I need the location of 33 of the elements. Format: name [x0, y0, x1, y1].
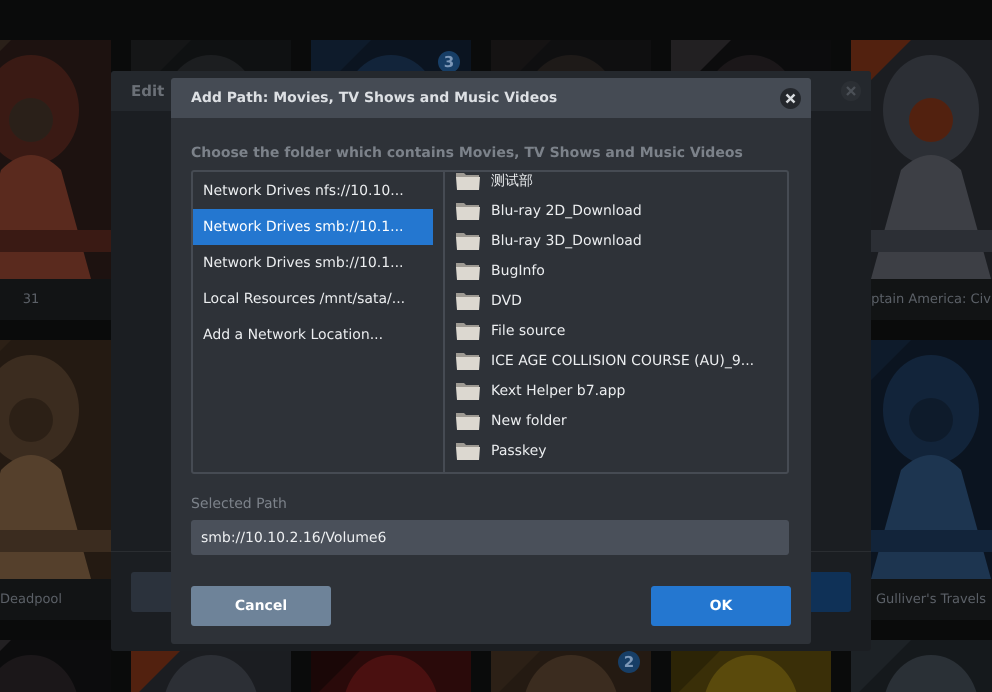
dialog-title: Edit — [131, 82, 164, 100]
location-item[interactable]: Network Drives nfs://10.10... — [193, 173, 433, 209]
folder-icon — [455, 201, 481, 221]
cancel-button[interactable]: Cancel — [191, 586, 331, 626]
folder-name[interactable]: ICE AGE COLLISION COURSE (AU)_9... — [491, 353, 754, 369]
folder-icon — [455, 381, 481, 401]
instruction-text: Choose the folder which contains Movies, TV Shows and Music Videos — [191, 145, 744, 163]
close-icon[interactable] — [780, 88, 801, 108]
folder-name[interactable]: Kext Helper b7.app — [491, 383, 626, 399]
folder-name[interactable]: File source — [491, 323, 566, 339]
folder-name[interactable]: New folder — [491, 413, 567, 429]
folder-icon — [455, 441, 481, 461]
location-item[interactable]: Local Resources /mnt/sata/... — [193, 281, 433, 317]
folder-icon — [455, 411, 481, 431]
folder-name[interactable]: BugInfo — [491, 263, 545, 279]
dialog-title: Add Path: Movies, TV Shows and Music Videos — [191, 90, 558, 106]
folder-name[interactable]: DVD — [491, 293, 522, 309]
folder-name[interactable]: Blu-ray 2D_Download — [491, 203, 642, 219]
path-field[interactable]: smb://10.10.2.16/Volume6 — [191, 520, 789, 555]
folder-icon — [455, 172, 481, 191]
folder-name[interactable]: Blu-ray 3D_Download — [491, 233, 642, 249]
location-item[interactable]: Network Drives smb://10.1... — [193, 209, 433, 245]
field-label: Selected Path — [191, 496, 288, 514]
folder-icon — [455, 261, 481, 281]
folder-icon — [455, 291, 481, 311]
folder-icon — [455, 351, 481, 371]
folder-name[interactable]: Passkey — [491, 443, 546, 459]
location-item[interactable]: Network Drives smb://10.1... — [193, 245, 433, 281]
ok-button[interactable]: OK — [651, 586, 791, 626]
location-item[interactable]: Add a Network Location... — [193, 317, 433, 353]
folder-icon — [455, 321, 481, 341]
folder-name[interactable]: 测试部 — [491, 172, 533, 190]
folder-icon — [455, 231, 481, 251]
